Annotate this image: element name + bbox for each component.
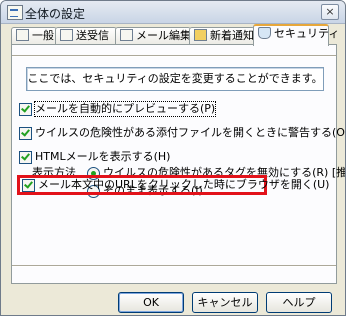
- help-button[interactable]: ヘルプ: [266, 292, 332, 313]
- notification-icon: [194, 29, 207, 41]
- divider-top: [12, 55, 336, 57]
- tab-send-receive[interactable]: 送受信: [55, 27, 117, 44]
- html-mail-label: HTMLメールを表示する(H): [35, 150, 171, 163]
- settings-window: 全体の設定 × 一般 送受信 メール編集 新着通知 セキュリティ ここでは、セキ…: [0, 0, 346, 316]
- security-panel: ここでは、セキュリティの設定を変更することができます。 メールを自動的にプレビュ…: [11, 44, 345, 284]
- warn-attachment-checkbox[interactable]: [19, 127, 32, 140]
- send-receive-icon: [60, 29, 73, 41]
- tab-security[interactable]: セキュリティ: [253, 24, 339, 46]
- tab-new-mail-notice[interactable]: 新着通知: [189, 27, 255, 44]
- mail-edit-icon: [120, 29, 133, 41]
- tab-mail-edit[interactable]: メール編集: [115, 27, 191, 44]
- preview-label: メールを自動的にプレビューする(P): [33, 101, 217, 117]
- tab-general[interactable]: 一般: [11, 27, 57, 44]
- window-title: 全体の設定: [25, 7, 86, 21]
- security-shield-icon: [258, 27, 271, 39]
- info-notice: ここでは、セキュリティの設定を変更することができます。: [26, 67, 324, 91]
- url-browser-checkbox[interactable]: [22, 179, 35, 192]
- title-bar[interactable]: 全体の設定 ×: [1, 1, 345, 24]
- ok-button[interactable]: OK: [118, 292, 184, 313]
- url-browser-label: メール本文中のURLをクリックした時にブラウザを開く(U): [38, 178, 330, 191]
- divider-bottom: [12, 265, 336, 267]
- cancel-button[interactable]: キャンセル: [192, 292, 258, 313]
- general-icon: [16, 29, 29, 41]
- close-button[interactable]: ×: [321, 4, 339, 20]
- html-mail-checkbox[interactable]: [19, 151, 32, 164]
- app-settings-icon: [7, 5, 23, 20]
- preview-checkbox[interactable]: [19, 103, 32, 116]
- warn-attachment-label: ウイルスの危険性がある添付ファイルを開くときに警告する(O): [35, 126, 346, 139]
- tab-strip: 一般 送受信 メール編集 新着通知 セキュリティ: [11, 24, 339, 46]
